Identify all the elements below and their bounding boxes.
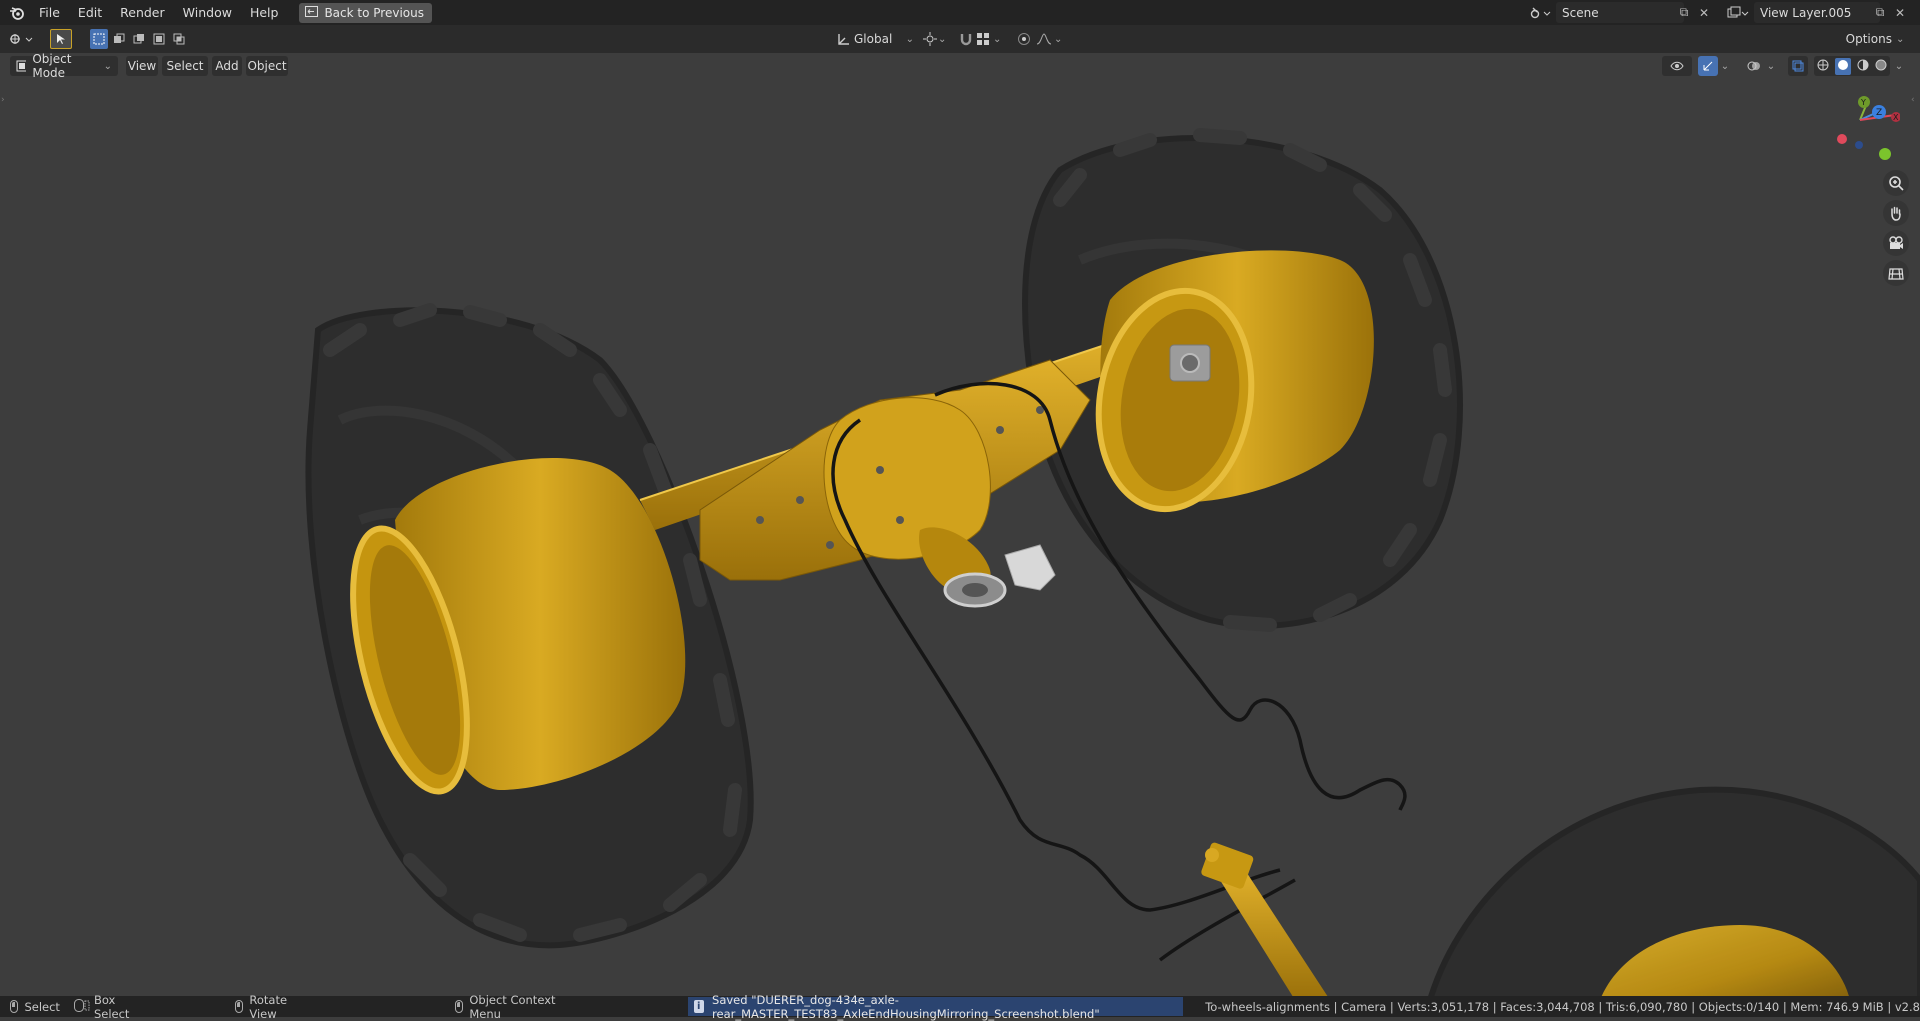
view-menu[interactable]: View [126, 56, 158, 76]
axis-x-label: X [1893, 113, 1899, 122]
navigation-gizmo[interactable]: Y Z X [1830, 92, 1901, 162]
delete-view-layer-icon[interactable]: ✕ [1890, 2, 1910, 23]
info-icon: i [693, 1000, 705, 1013]
proportional-falloff-dropdown[interactable]: ⌄ [1036, 29, 1066, 49]
drive-shaft [1201, 842, 1328, 996]
sidebar-expand-icon[interactable]: ‹ [1911, 95, 1915, 105]
rendered-shading-icon[interactable] [1875, 59, 1887, 74]
new-scene-icon[interactable]: ⧉ [1674, 2, 1694, 23]
mouse-left-icon [10, 1000, 19, 1013]
mouse-right-icon [454, 1000, 464, 1013]
box-select-icon [73, 998, 90, 1015]
selection-mode-group [90, 29, 188, 49]
select-tool-icon[interactable] [50, 29, 72, 49]
select-extend-icon[interactable] [110, 29, 128, 49]
top-menu-bar: File Edit Render Window Help Back to Pre… [0, 0, 1920, 25]
eye-icon [1670, 61, 1684, 71]
blender-logo-icon[interactable] [4, 0, 30, 25]
view-layer-browse-icon[interactable] [1722, 2, 1754, 23]
chevron-down-icon[interactable]: ⌄ [1892, 56, 1906, 76]
orientation-axes-icon [838, 34, 849, 45]
options-dropdown[interactable]: Options ⌄ [1838, 29, 1912, 49]
xray-toggle-icon[interactable] [1788, 56, 1808, 76]
menu-edit[interactable]: Edit [69, 0, 111, 25]
proportional-editing-icon[interactable] [1014, 29, 1034, 49]
gizmo-toggle-icon[interactable] [1698, 56, 1718, 76]
object-menu[interactable]: Object [246, 56, 288, 76]
scene-statistics: To-wheels-alignments | Camera | Verts:3,… [1205, 999, 1920, 1014]
menu-render[interactable]: Render [111, 0, 174, 25]
chevron-down-icon[interactable]: ⌄ [1718, 56, 1732, 76]
camera-view-icon[interactable] [1883, 230, 1909, 256]
snap-grid-icon [977, 33, 989, 45]
scene-browse-icon[interactable] [1524, 2, 1556, 23]
menu-help[interactable]: Help [241, 0, 288, 25]
perspective-ortho-grid-icon[interactable] [1883, 260, 1909, 286]
bottom-right-tire [1428, 786, 1920, 996]
toolbar-expand-icon[interactable]: › [1, 95, 5, 105]
zoom-view-icon[interactable] [1883, 170, 1909, 196]
mode-dropdown[interactable]: Object Mode ⌄ [10, 52, 118, 80]
axis-y-label: Y [1860, 98, 1866, 107]
viewport-header: Object Mode ⌄ View Select Add Object ⌄ ⌄… [0, 52, 1920, 80]
axis-z-label: Z [1876, 108, 1882, 118]
status-rotate-view-label: Rotate View [249, 992, 288, 1021]
wireframe-shading-icon[interactable] [1817, 59, 1829, 74]
object-mode-icon [16, 60, 27, 72]
saved-report-banner: i Saved "DUERER_dog-434e_axle-rear_MASTE… [687, 993, 1184, 1021]
chevron-down-icon: ⌄ [1895, 33, 1905, 45]
new-view-layer-icon[interactable]: ⧉ [1870, 2, 1890, 23]
chevron-down-icon[interactable]: ⌄ [1764, 56, 1778, 76]
status-context-menu-label: Object Context Menu [469, 992, 556, 1021]
status-box-select-label: Box Select [93, 992, 130, 1021]
transform-orientation-label: Global [854, 32, 893, 46]
chevron-down-icon: ⌄ [905, 33, 914, 45]
back-to-previous-button[interactable]: Back to Previous [299, 2, 432, 23]
mouse-middle-icon [234, 1000, 244, 1013]
status-select-label: Select [24, 999, 60, 1014]
pivot-icon [923, 32, 937, 46]
select-subtract-icon[interactable] [130, 29, 148, 49]
select-invert-icon[interactable] [150, 29, 168, 49]
shading-mode-group [1814, 56, 1890, 76]
viewport-scene-render [305, 128, 1920, 996]
status-bar: Select Box Select Rotate View Object Con… [0, 993, 1920, 1021]
select-new-icon[interactable] [90, 29, 108, 49]
overlays-toggle-icon[interactable] [1744, 56, 1764, 76]
editor-type-icon[interactable] [8, 29, 40, 49]
visibility-dropdown[interactable] [1662, 56, 1692, 76]
solid-shading-icon[interactable] [1835, 57, 1851, 75]
select-intersect-icon[interactable] [170, 29, 188, 49]
mode-label: Object Mode [32, 52, 72, 80]
saved-message: Saved "DUERER_dog-434e_axle-rear_MASTER_… [712, 992, 1100, 1021]
chevron-down-icon: ⌄ [993, 33, 1002, 45]
pan-view-hand-icon[interactable] [1883, 200, 1909, 226]
tool-settings-bar: Global ⌄ ⌄ ⌄ ⌄ Options ⌄ [0, 25, 1920, 53]
add-menu[interactable]: Add [212, 56, 242, 76]
chevron-down-icon: ⌄ [938, 33, 947, 45]
transform-orientation-dropdown[interactable]: Global ⌄ [836, 29, 914, 49]
scene-name-field[interactable]: Scene [1556, 2, 1684, 23]
back-to-previous-label: Back to Previous [324, 5, 424, 20]
snap-toggle-icon[interactable] [956, 29, 976, 49]
view-layer-name: View Layer.005 [1760, 5, 1852, 20]
falloff-curve-icon [1036, 33, 1052, 45]
menu-window[interactable]: Window [174, 0, 241, 25]
menu-file[interactable]: File [30, 0, 69, 25]
material-shading-icon[interactable] [1857, 59, 1869, 74]
chevron-down-icon: ⌄ [103, 60, 112, 72]
scene-name: Scene [1562, 5, 1599, 20]
delete-scene-icon[interactable]: ✕ [1694, 2, 1714, 23]
options-label: Options [1845, 32, 1892, 46]
snap-target-dropdown[interactable]: ⌄ [976, 29, 1006, 49]
3d-viewport[interactable] [0, 53, 1920, 996]
differential-housing [699, 359, 1091, 608]
select-menu[interactable]: Select [162, 56, 208, 76]
screen-back-icon [305, 5, 319, 20]
pivot-point-dropdown[interactable]: ⌄ [922, 29, 950, 49]
view-layer-field[interactable]: View Layer.005 [1754, 2, 1880, 23]
chevron-down-icon: ⌄ [1054, 33, 1063, 45]
